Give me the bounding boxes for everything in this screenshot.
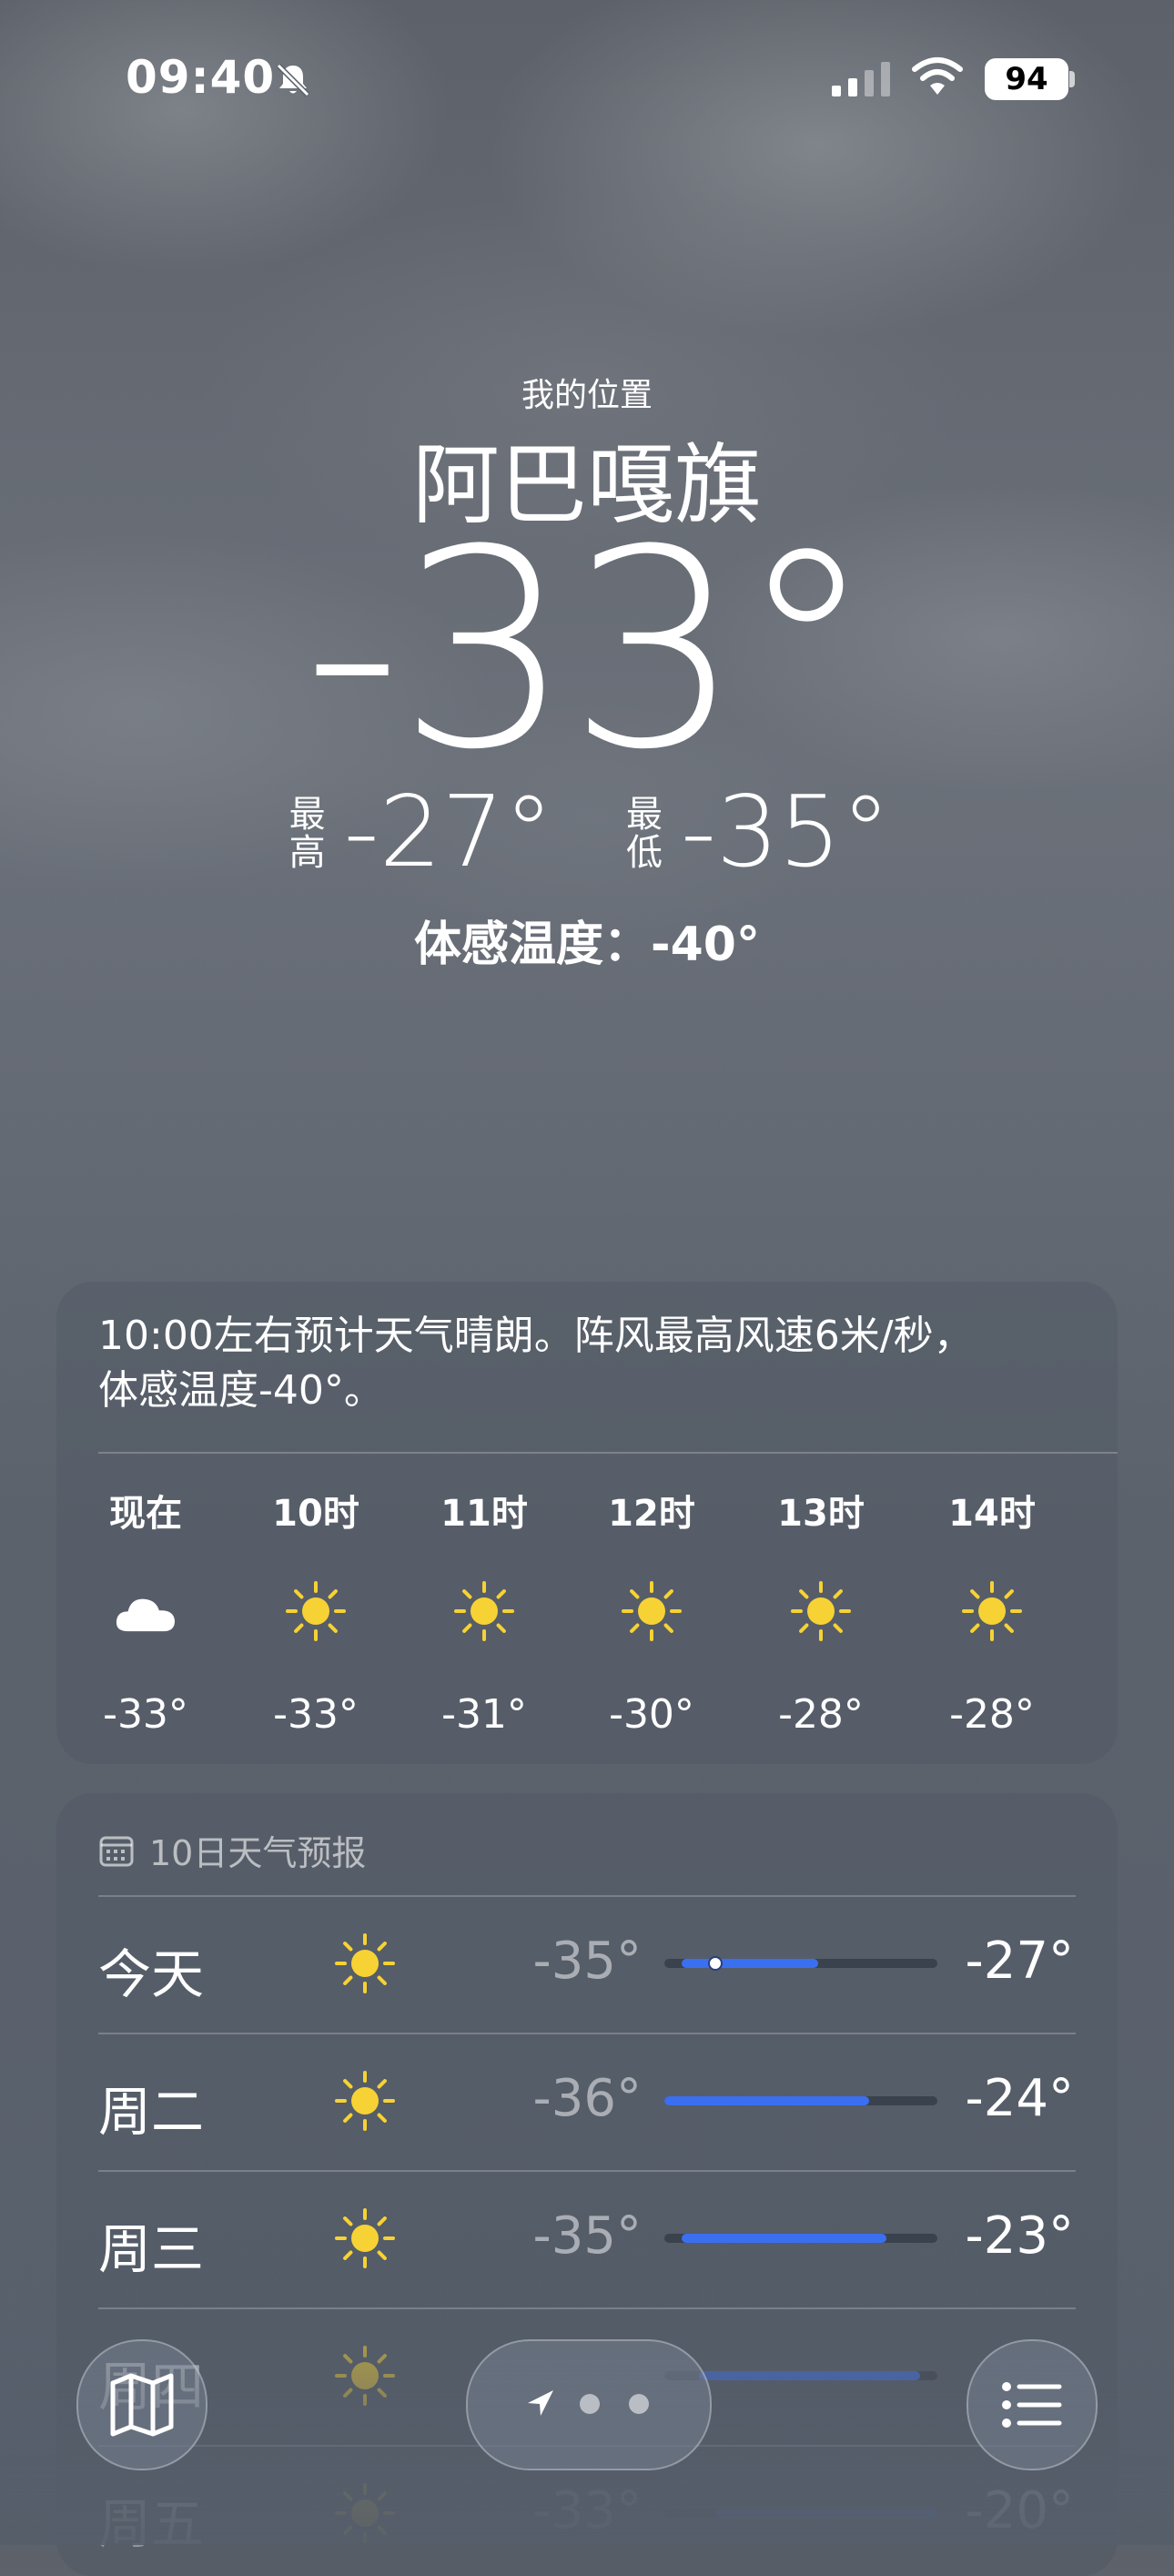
sun-icon — [335, 2483, 395, 2543]
hour-icon — [579, 1579, 724, 1643]
hour-icon — [411, 1579, 557, 1643]
high-label: 最高 — [282, 795, 325, 871]
hour-temperature: -30° — [609, 1691, 694, 1738]
day-high: -20° — [965, 2481, 1074, 2541]
day-low: -33° — [532, 2481, 642, 2541]
wifi-icon — [912, 57, 963, 95]
hour-icon — [919, 1579, 1065, 1643]
divider — [98, 1452, 1118, 1454]
day-high: -23° — [965, 2206, 1074, 2266]
sun-icon — [286, 1581, 346, 1641]
day-label: 周二 — [98, 2081, 205, 2143]
forecast-summary: 10:00左右预计天气晴朗。阵风最高风速6米/秒， 体感温度-40°。 — [98, 1309, 1063, 1418]
location-arrow-icon — [528, 2390, 553, 2416]
sun-icon — [335, 1933, 395, 1993]
hour-icon — [748, 1579, 894, 1643]
hour-icon — [243, 1579, 389, 1643]
cellular-signal-icon — [832, 62, 890, 96]
sun-icon — [962, 1581, 1022, 1641]
sun-icon — [454, 1581, 514, 1641]
location-label: 我的位置 — [521, 377, 653, 414]
high-temperature: -27° — [343, 776, 553, 889]
low-label: 最低 — [620, 795, 662, 871]
page-dot — [629, 2394, 649, 2414]
daily-title: 10日天气预报 — [149, 1833, 367, 1873]
row-divider — [98, 2307, 1076, 2309]
row-divider — [98, 1895, 1076, 1897]
current-temperature: -33° — [303, 492, 875, 809]
bell-slash-icon — [276, 63, 310, 97]
list-icon — [1002, 2382, 1062, 2428]
hour-label: 10时 — [272, 1493, 359, 1535]
temperature-range-fill — [681, 2234, 886, 2243]
hour-temperature: -28° — [778, 1691, 864, 1738]
temperature-range-fill — [664, 2096, 869, 2105]
map-button[interactable] — [76, 2339, 207, 2470]
hour-temperature: -33° — [273, 1691, 359, 1738]
day-low: -36° — [532, 2069, 642, 2128]
temperature-range-bar — [664, 1956, 937, 1971]
hour-label: 11时 — [440, 1493, 528, 1535]
sun-icon — [791, 1581, 851, 1641]
day-icon — [333, 2344, 397, 2408]
temperature-range-fill — [681, 1959, 818, 1968]
hour-temperature: -33° — [103, 1691, 188, 1738]
summary-line-2: 体感温度-40°。 — [98, 1367, 384, 1414]
day-high: -27° — [965, 1932, 1074, 1991]
sun-icon — [335, 2071, 395, 2131]
page-indicator[interactable] — [466, 2339, 712, 2470]
sun-icon — [335, 2208, 395, 2268]
page-dot — [580, 2394, 600, 2414]
day-low: -35° — [532, 1932, 642, 1991]
status-time: 09:40 — [126, 51, 276, 104]
battery-icon: 94 — [985, 58, 1068, 100]
hour-temperature: -28° — [949, 1691, 1035, 1738]
daily-header: 10日天气预报 — [98, 1825, 366, 1875]
day-icon — [333, 1932, 397, 1995]
day-icon — [333, 2481, 397, 2545]
day-icon — [333, 2069, 397, 2133]
sun-icon — [622, 1581, 682, 1641]
temperature-range-fill — [698, 2371, 921, 2380]
temperature-range-bar — [664, 2509, 937, 2518]
map-icon — [110, 2373, 174, 2437]
day-label: 今天 — [98, 1943, 205, 2005]
temperature-range-bar — [664, 2096, 937, 2105]
temperature-range-fill — [715, 2509, 937, 2518]
feels-like: 体感温度：-40° — [414, 918, 760, 972]
hour-label: 现在 — [109, 1493, 182, 1535]
calendar-icon — [99, 1836, 134, 1866]
day-icon — [333, 2206, 397, 2270]
row-divider — [98, 2170, 1076, 2172]
hour-label: 12时 — [608, 1493, 695, 1535]
hour-label: 14时 — [948, 1493, 1036, 1535]
day-label: 周五 — [98, 2493, 205, 2555]
day-high: -24° — [965, 2069, 1074, 2128]
row-divider — [98, 2033, 1076, 2034]
sun-icon — [335, 2346, 395, 2406]
summary-line-1: 10:00左右预计天气晴朗。阵风最高风速6米/秒， — [98, 1313, 974, 1359]
low-temperature: -35° — [681, 776, 891, 889]
battery-cap — [1069, 71, 1075, 87]
day-label: 周三 — [98, 2218, 205, 2280]
battery-level: 94 — [1005, 61, 1048, 97]
low-label-text: 最低 — [620, 795, 662, 871]
hour-icon — [73, 1579, 218, 1643]
hour-temperature: -31° — [441, 1691, 527, 1738]
high-low-row: 最高 -27° 最低 -35° — [0, 783, 1174, 883]
day-low: -35° — [532, 2206, 642, 2266]
hour-label: 13时 — [777, 1493, 865, 1535]
high-label-text: 最高 — [282, 795, 325, 871]
cloud-icon — [116, 1598, 175, 1632]
temperature-range-bar — [664, 2234, 937, 2243]
list-button[interactable] — [967, 2339, 1098, 2470]
